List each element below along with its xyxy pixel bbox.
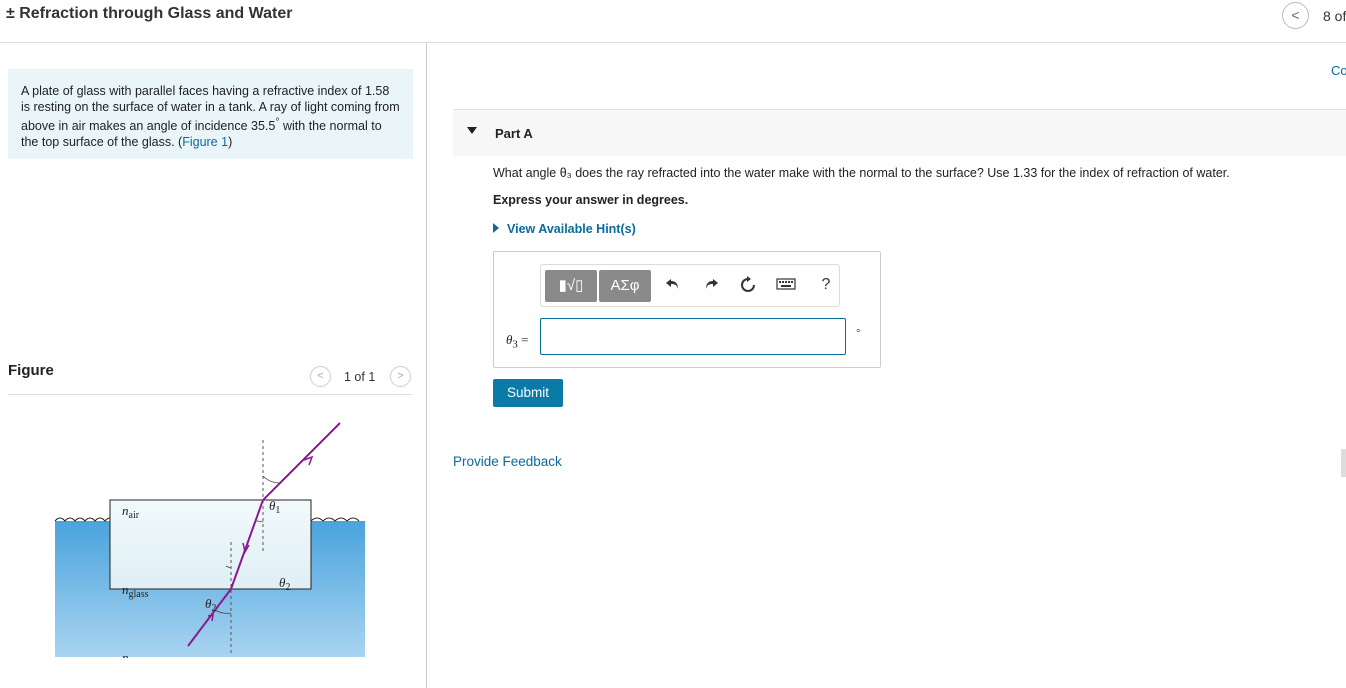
chevron-right-icon: > [397, 370, 404, 382]
unit-label: ° [856, 328, 861, 340]
answer-variable-label: θ3 = [506, 332, 529, 351]
right-panel: Part A What angle θ₃ does the ray refrac… [427, 43, 1346, 688]
figure-next-button[interactable]: > [390, 366, 411, 387]
figure-prev-button[interactable]: < [310, 366, 331, 387]
figure-heading: Figure [8, 362, 54, 379]
math-toolbar: ▮√▯ ΑΣφ ? [540, 264, 840, 307]
figure-link[interactable]: Figure 1 [182, 135, 228, 149]
top-bar: ± Refraction through Glass and Water < 8… [0, 0, 1346, 43]
figure-counter: 1 of 1 [344, 370, 376, 384]
answer-input[interactable] [540, 318, 846, 355]
reset-icon[interactable] [737, 276, 759, 299]
scroll-handle[interactable] [1341, 449, 1346, 477]
item-counter: 8 of [1323, 8, 1346, 24]
water-surface-right [310, 517, 360, 522]
question-text: What angle θ₃ does the ray refracted int… [493, 166, 1230, 180]
caret-right-icon [493, 223, 499, 233]
provide-feedback-link[interactable]: Provide Feedback [453, 454, 562, 469]
chevron-left-icon: < [1291, 7, 1300, 23]
part-title: Part A [495, 126, 533, 141]
part-a-header[interactable]: Part A [453, 109, 1346, 156]
view-hints-link[interactable]: View Available Hint(s) [493, 222, 636, 236]
answer-box: ▮√▯ ΑΣφ ? θ3 = ° [493, 251, 881, 368]
redo-icon[interactable] [700, 276, 722, 297]
help-button[interactable]: ? [815, 276, 837, 294]
hint-label: View Available Hint(s) [507, 222, 636, 236]
water-surface-left [54, 517, 116, 522]
left-panel: A plate of glass with parallel faces hav… [0, 43, 426, 688]
caret-down-icon [467, 127, 477, 134]
previous-item-button[interactable]: < [1282, 2, 1309, 29]
undo-icon[interactable] [662, 276, 684, 297]
symbols-button[interactable]: ΑΣφ [599, 270, 651, 302]
chevron-left-icon: < [317, 370, 324, 382]
figure-divider [8, 394, 412, 395]
templates-button[interactable]: ▮√▯ [545, 270, 597, 302]
keyboard-icon[interactable] [775, 276, 797, 296]
answer-instruction: Express your answer in degrees. [493, 193, 689, 207]
problem-text-end: ) [228, 135, 233, 150]
page-title: ± Refraction through Glass and Water [6, 5, 293, 22]
problem-statement: A plate of glass with parallel faces hav… [8, 69, 413, 159]
submit-button[interactable]: Submit [493, 379, 563, 407]
theta1-arc [262, 475, 281, 484]
refraction-figure: nair nglass nwater θ1 θ2 θ2 θ3 [54, 422, 365, 658]
